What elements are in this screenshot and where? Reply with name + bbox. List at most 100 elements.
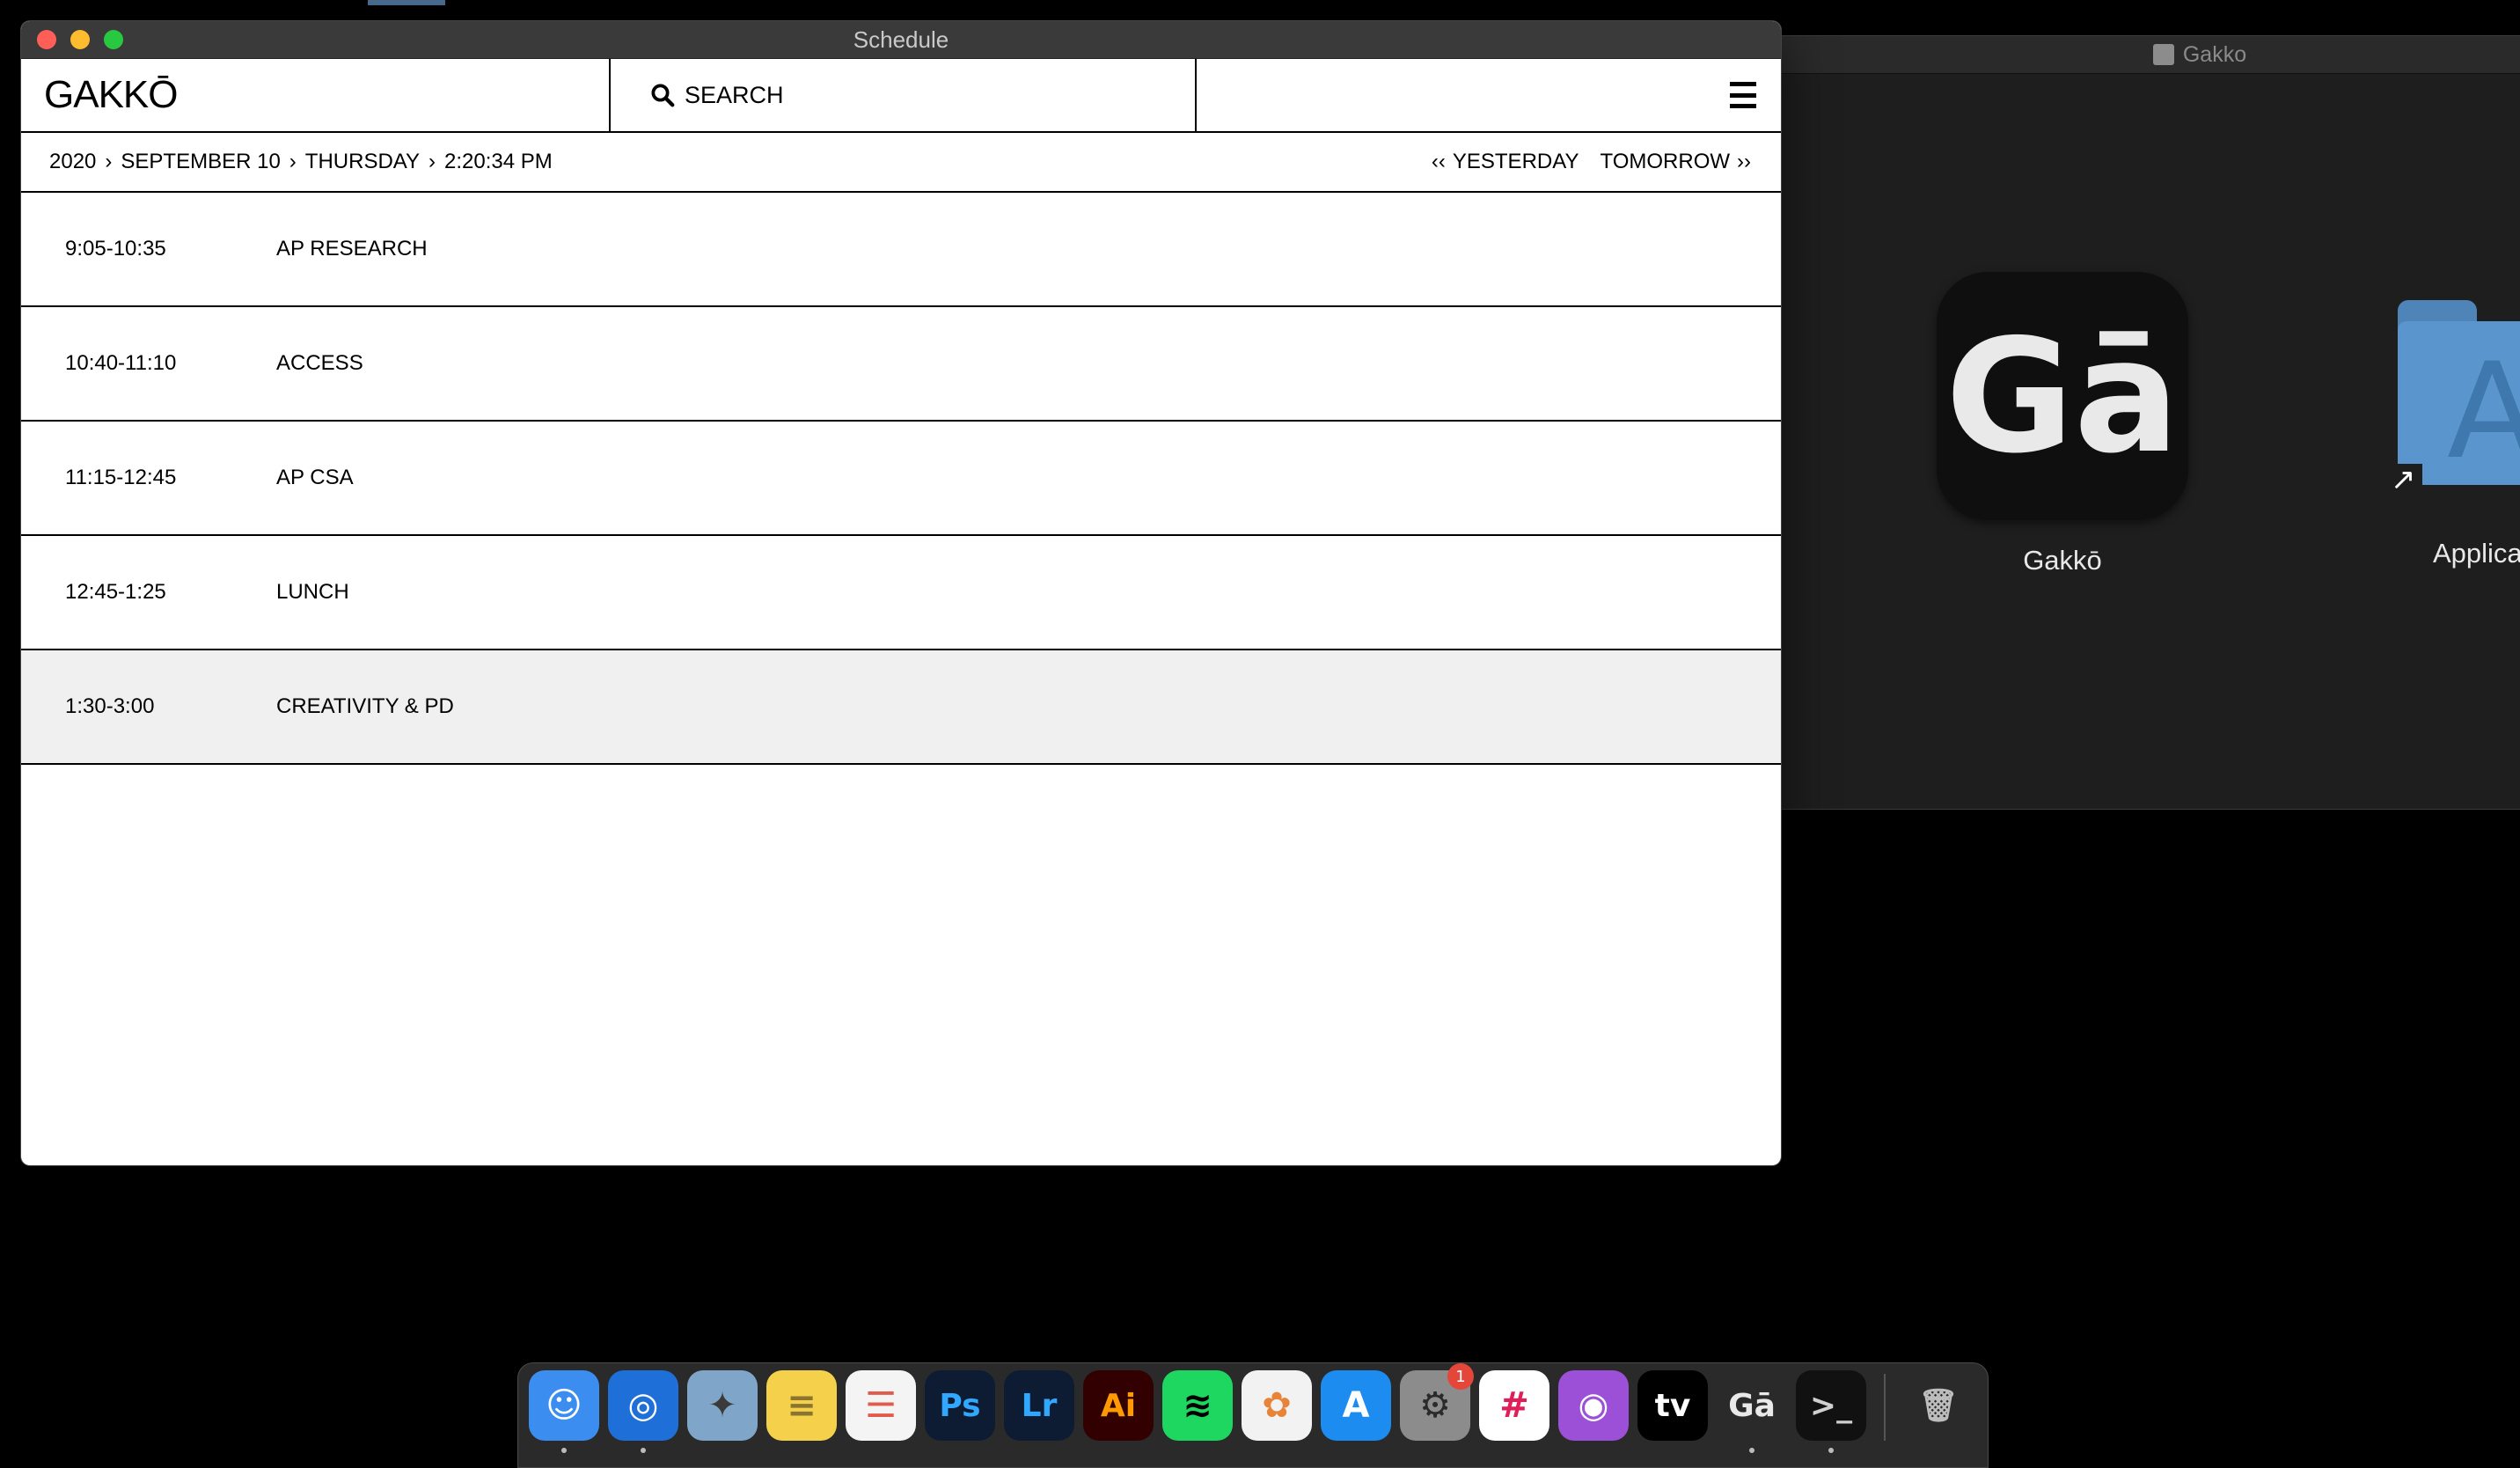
dock-glyph: ◉ xyxy=(1578,1385,1609,1426)
finder-item-label: Gakkō xyxy=(2023,545,2102,576)
breadcrumb-bar: 2020 › SEPTEMBER 10 › THURSDAY › 2:20:34… xyxy=(21,133,1781,193)
double-chevron-right-icon: ›› xyxy=(1737,150,1751,173)
period-name: ACCESS xyxy=(276,351,363,375)
breadcrumb-weekday[interactable]: THURSDAY xyxy=(305,150,420,174)
maximize-button[interactable] xyxy=(104,30,123,49)
dock-glyph: A xyxy=(1342,1385,1370,1426)
breadcrumb-time: 2:20:34 PM xyxy=(444,150,553,173)
dock-finder-icon[interactable]: ☺ xyxy=(529,1370,599,1453)
dock-spotify-icon[interactable]: ≋ xyxy=(1162,1370,1233,1441)
schedule-row[interactable]: 10:40-11:10 ACCESS xyxy=(21,307,1781,422)
tomorrow-label: TOMORROW xyxy=(1600,150,1731,173)
dock-glyph: Ps xyxy=(939,1387,981,1424)
dock-glyph: 🗑 xyxy=(1918,1388,1959,1424)
breadcrumb: 2020 › SEPTEMBER 10 › THURSDAY › 2:20:34… xyxy=(49,150,553,174)
dock-safari-icon[interactable]: ◎ xyxy=(608,1370,678,1453)
window-titlebar[interactable]: Schedule xyxy=(21,21,1781,59)
tomorrow-button[interactable]: TOMORROW ›› xyxy=(1600,150,1753,174)
hamburger-menu-icon[interactable] xyxy=(1730,82,1756,108)
day-navigation: ‹‹ YESTERDAY TOMORROW ›› xyxy=(1430,150,1753,174)
period-time: 1:30-3:00 xyxy=(65,694,155,718)
dock-preview-icon[interactable]: ✦ xyxy=(687,1370,758,1441)
running-indicator xyxy=(561,1448,567,1453)
finder-item-label: Applica xyxy=(2433,538,2520,569)
search-button[interactable]: SEARCH xyxy=(611,59,1197,131)
menu-cell xyxy=(1197,59,1781,131)
dock-reminders-icon[interactable]: ☰ xyxy=(846,1370,916,1441)
dock-glyph: Ai xyxy=(1100,1387,1137,1424)
window-title: Schedule xyxy=(853,26,949,53)
search-label: SEARCH xyxy=(685,81,784,108)
breadcrumb-year[interactable]: 2020 xyxy=(49,150,96,174)
dock: ☺ ◎ ✦ ≡ ☰ Ps Lr Ai ≋ ✿ A ⚙ 1 # ◉ tv Gā >_ 🗑 xyxy=(517,1362,1989,1468)
dock-terminal-icon[interactable]: >_ xyxy=(1796,1370,1866,1453)
close-button[interactable] xyxy=(37,30,56,49)
chevron-right-icon: › xyxy=(105,150,113,173)
breadcrumb-date[interactable]: SEPTEMBER 10 xyxy=(121,150,280,174)
dock-glyph: Lr xyxy=(1021,1387,1058,1424)
dock-lightroom-icon[interactable]: Lr xyxy=(1004,1370,1074,1441)
yesterday-label: YESTERDAY xyxy=(1452,150,1579,173)
applications-folder-icon: A ↗ xyxy=(2391,300,2520,495)
schedule-window: Schedule GAKKŌ SEARCH 2020 › SEPTEMBER 1… xyxy=(21,21,1781,1165)
dock-slack-icon[interactable]: # xyxy=(1479,1370,1549,1441)
dock-glyph: ☰ xyxy=(865,1385,897,1426)
finder-title: Gakko xyxy=(2182,41,2247,67)
chevron-right-icon: › xyxy=(429,150,436,173)
schedule-row[interactable]: 9:05-10:35 AP RESEARCH xyxy=(21,193,1781,307)
app-header: GAKKŌ SEARCH xyxy=(21,59,1781,133)
dock-photoshop-icon[interactable]: Ps xyxy=(925,1370,995,1441)
notification-badge: 1 xyxy=(1447,1363,1474,1390)
menubar-accent xyxy=(368,0,445,5)
dock-podcasts-icon[interactable]: ◉ xyxy=(1558,1370,1629,1441)
dock-app-store-icon[interactable]: A xyxy=(1321,1370,1391,1441)
gakko-app-icon: Gā xyxy=(1937,272,2188,520)
logo-cell: GAKKŌ xyxy=(21,59,611,131)
dock-glyph: ✿ xyxy=(1262,1385,1292,1426)
finder-item-applications[interactable]: A ↗ Applica xyxy=(2391,300,2520,569)
dock-illustrator-icon[interactable]: Ai xyxy=(1083,1370,1154,1441)
dock-glyph: ☺ xyxy=(546,1385,582,1426)
app-logo[interactable]: GAKKŌ xyxy=(44,73,178,117)
finder-item-gakko[interactable]: Gā Gakkō xyxy=(1937,272,2188,576)
minimize-button[interactable] xyxy=(70,30,90,49)
period-name: LUNCH xyxy=(276,580,349,604)
search-icon xyxy=(651,84,675,107)
dock-trash-icon[interactable]: 🗑 xyxy=(1903,1370,1974,1441)
running-indicator xyxy=(1749,1448,1754,1453)
running-indicator xyxy=(1828,1448,1834,1453)
period-time: 10:40-11:10 xyxy=(65,351,177,375)
disk-icon xyxy=(2152,44,2174,65)
schedule-row-current[interactable]: 1:30-3:00 CREATIVITY & PD xyxy=(21,650,1781,765)
dock-glyph: tv xyxy=(1654,1387,1691,1424)
schedule-row[interactable]: 12:45-1:25 LUNCH xyxy=(21,536,1781,650)
dock-separator xyxy=(1884,1374,1886,1441)
dock-apple-tv-icon[interactable]: tv xyxy=(1637,1370,1708,1441)
dock-glyph: ≋ xyxy=(1183,1385,1212,1426)
chevron-right-icon: › xyxy=(289,150,297,173)
dock-glyph: Gā xyxy=(1728,1387,1776,1424)
period-time: 12:45-1:25 xyxy=(65,580,166,604)
dock-glyph: ⚙ xyxy=(1419,1385,1451,1426)
period-name: AP CSA xyxy=(276,466,354,489)
schedule-list: 9:05-10:35 AP RESEARCH 10:40-11:10 ACCES… xyxy=(21,193,1781,765)
running-indicator xyxy=(641,1448,646,1453)
finder-window: Gakko Gā Gakkō A ↗ Applica xyxy=(1777,35,2520,810)
dock-glyph: # xyxy=(1499,1385,1529,1426)
period-name: AP RESEARCH xyxy=(276,237,428,261)
yesterday-button[interactable]: ‹‹ YESTERDAY xyxy=(1430,150,1579,174)
alias-arrow-icon: ↗ xyxy=(2391,464,2422,495)
double-chevron-left-icon: ‹‹ xyxy=(1431,150,1446,173)
period-time: 11:15-12:45 xyxy=(65,466,177,489)
dock-gakko-icon[interactable]: Gā xyxy=(1717,1370,1787,1453)
schedule-row[interactable]: 11:15-12:45 AP CSA xyxy=(21,422,1781,536)
dock-system-preferences-icon[interactable]: ⚙ 1 xyxy=(1400,1363,1474,1441)
dock-glyph: ✦ xyxy=(707,1385,737,1426)
dock-photos-icon[interactable]: ✿ xyxy=(1242,1370,1312,1441)
finder-titlebar[interactable]: Gakko xyxy=(1778,36,2520,74)
period-time: 9:05-10:35 xyxy=(65,237,166,261)
dock-glyph: ◎ xyxy=(627,1385,659,1426)
dock-notes-icon[interactable]: ≡ xyxy=(766,1370,837,1441)
dock-glyph: >_ xyxy=(1809,1387,1853,1424)
period-name: CREATIVITY & PD xyxy=(276,694,454,718)
